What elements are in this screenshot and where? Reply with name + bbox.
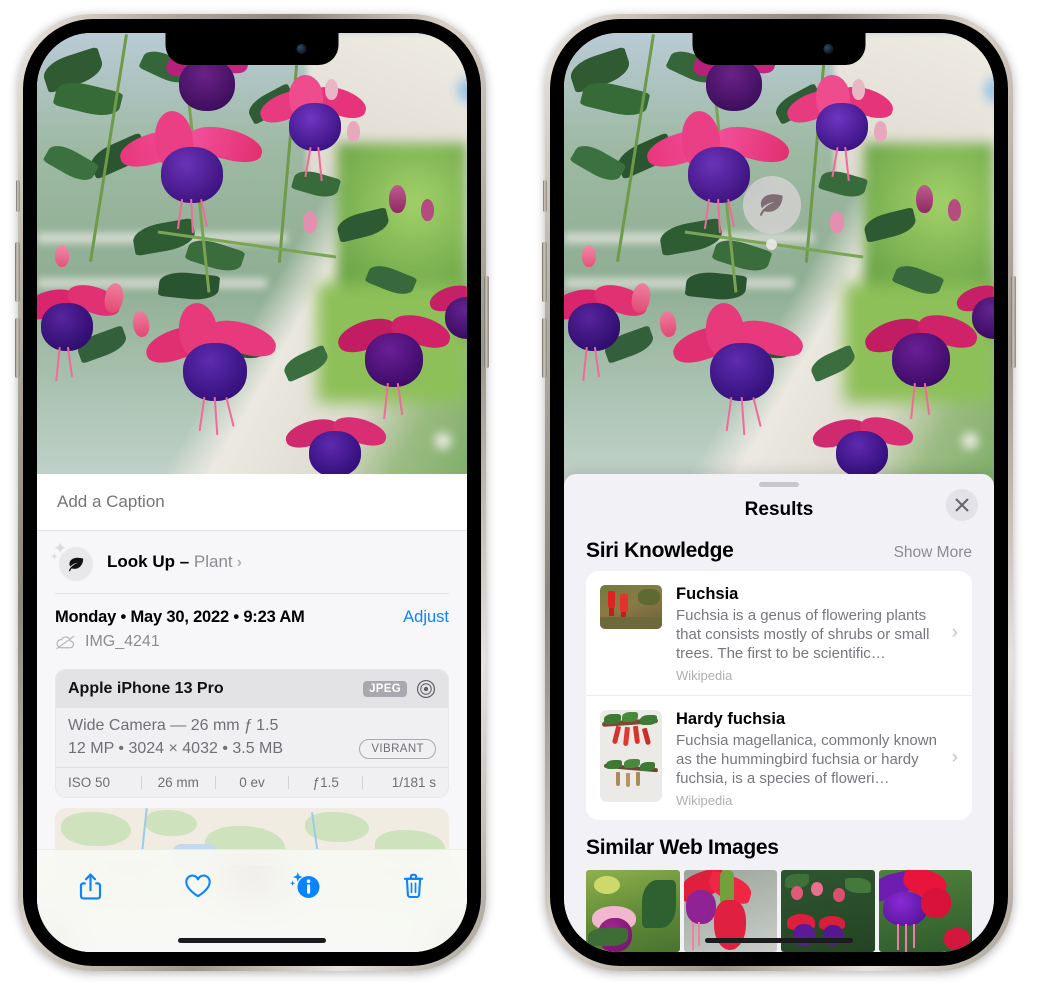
notch — [165, 33, 339, 65]
result-thumbnail — [600, 710, 662, 802]
result-title: Fuchsia — [676, 585, 739, 603]
siri-knowledge-title: Siri Knowledge — [586, 539, 734, 562]
show-more-button[interactable]: Show More — [894, 544, 972, 562]
silent-switch[interactable] — [16, 180, 20, 212]
left-screen: ✦ ✦ Look Up – Plant› Monday • May 30, 20… — [37, 33, 467, 952]
siri-knowledge-header: Siri Knowledge Show More — [564, 533, 994, 571]
stat-aperture: ƒ1.5 — [312, 775, 339, 790]
look-up-label-group: Look Up – Plant › — [107, 552, 242, 572]
list-item[interactable] — [878, 870, 972, 952]
caption-row[interactable] — [37, 474, 467, 531]
result-title: Hardy fuchsia — [676, 710, 786, 728]
home-indicator[interactable] — [705, 938, 853, 943]
stat-exposure-value: 0 ev — [239, 775, 265, 790]
home-indicator[interactable] — [178, 938, 326, 943]
photo-viewer[interactable] — [564, 33, 994, 485]
close-icon[interactable] — [946, 489, 978, 521]
volume-up-button[interactable] — [15, 242, 20, 302]
result-description: Fuchsia magellanica, commonly known as t… — [676, 732, 937, 787]
photo-toolbar — [37, 849, 467, 952]
results-sheet: Results Siri Knowledge Show More Fuchsia… — [564, 474, 994, 952]
camera-model: Apple iPhone 13 Pro — [68, 680, 224, 697]
share-button[interactable] — [65, 864, 117, 908]
similar-web-images-header: Similar Web Images — [564, 820, 994, 866]
power-button[interactable] — [1011, 276, 1016, 368]
volume-down-button[interactable] — [15, 318, 20, 378]
notch — [692, 33, 866, 65]
badge-anchor-dot — [766, 239, 777, 250]
photo-date: Monday • May 30, 2022 • 9:23 AM — [55, 608, 305, 626]
delete-button[interactable] — [387, 864, 439, 908]
volume-up-button[interactable] — [542, 242, 547, 302]
chevron-right-icon: › — [951, 747, 958, 768]
result-text: Fuchsia Fuchsia is a genus of flowering … — [676, 585, 958, 683]
chevron-right-icon: › — [236, 554, 242, 571]
visual-look-up-badge[interactable] — [743, 176, 801, 234]
silent-switch[interactable] — [543, 180, 547, 212]
icloud-slash-icon — [55, 635, 76, 650]
look-up-label: Look Up – — [107, 552, 194, 571]
format-badge: JPEG — [363, 681, 407, 697]
photo-filename: IMG_4241 — [85, 633, 160, 650]
screenshot-root: ✦ ✦ Look Up – Plant› Monday • May 30, 20… — [0, 0, 1055, 985]
look-up-row[interactable]: ✦ ✦ Look Up – Plant › — [37, 531, 467, 593]
front-camera — [823, 44, 834, 54]
list-item[interactable] — [586, 870, 680, 952]
exif-card: Apple iPhone 13 Pro JPEG Wide Camera — 2… — [55, 669, 449, 798]
photo-viewer[interactable] — [37, 33, 467, 485]
exif-body: Wide Camera — 26 mm ƒ 1.5 12 MP • 3024 ×… — [56, 708, 448, 767]
right-screen: Results Siri Knowledge Show More Fuchsia… — [564, 33, 994, 952]
stat-focal-length: 26 mm — [157, 775, 199, 790]
exif-stats-row: ISO 50 26 mm 0 ev ƒ1.5 1/181 s — [56, 767, 448, 797]
result-text: Hardy fuchsia Fuchsia magellanica, commo… — [676, 710, 958, 808]
chevron-right-icon: › — [951, 622, 958, 643]
leaf-icon — [59, 547, 93, 581]
look-up-subject: Plant — [193, 552, 233, 571]
photo-info-sheet: ✦ ✦ Look Up – Plant› Monday • May 30, 20… — [37, 474, 467, 952]
look-up-icon-group: ✦ ✦ — [50, 540, 93, 581]
similar-web-images-title: Similar Web Images — [586, 836, 779, 859]
adjust-button[interactable]: Adjust — [403, 608, 449, 627]
volume-down-button[interactable] — [542, 318, 547, 378]
result-thumbnail — [600, 585, 662, 629]
resolution-info: 12 MP • 3024 × 4032 • 3.5 MB — [68, 740, 284, 757]
photographic-style-badge: VIBRANT — [359, 739, 436, 759]
aperture-icon — [416, 679, 436, 699]
power-button[interactable] — [484, 276, 489, 368]
result-source: Wikipedia — [676, 668, 733, 683]
result-source: Wikipedia — [676, 793, 733, 808]
list-item[interactable]: Hardy fuchsia Fuchsia magellanica, commo… — [586, 695, 972, 820]
stat-iso: ISO 50 — [68, 775, 111, 790]
right-phone: Results Siri Knowledge Show More Fuchsia… — [542, 14, 1016, 971]
result-description: Fuchsia is a genus of flowering plants t… — [676, 607, 930, 662]
info-button[interactable] — [280, 864, 332, 908]
sparkle-icon-small: ✦ — [50, 552, 59, 563]
left-phone: ✦ ✦ Look Up – Plant› Monday • May 30, 20… — [15, 14, 489, 971]
siri-knowledge-card: Fuchsia Fuchsia is a genus of flowering … — [586, 571, 972, 820]
results-title: Results — [744, 499, 814, 520]
metadata-block: Monday • May 30, 2022 • 9:23 AM Adjust I… — [37, 594, 467, 659]
results-header: Results — [564, 487, 994, 533]
exif-header: Apple iPhone 13 Pro JPEG — [56, 670, 448, 708]
front-camera — [296, 44, 307, 54]
stat-shutter-speed: 1/181 s — [391, 775, 436, 790]
list-item[interactable]: Fuchsia Fuchsia is a genus of flowering … — [586, 571, 972, 695]
caption-input[interactable] — [55, 491, 449, 513]
lens-info: Wide Camera — 26 mm ƒ 1.5 — [68, 717, 279, 734]
favorite-button[interactable] — [172, 864, 224, 908]
